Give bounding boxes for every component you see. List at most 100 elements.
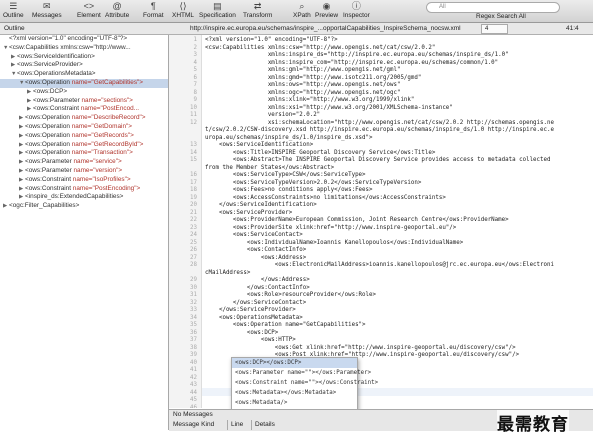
toolbar-specification-button[interactable]: ▤ Specification (199, 1, 236, 21)
outline-item-attribute: name="PostEncoding"> (72, 184, 141, 192)
outline-item-label: <ows:Constraint (33, 105, 81, 113)
outline-item[interactable]: ▶ <ows:Operation name="GetDomain"> (0, 123, 168, 132)
code-line[interactable]: xmlns:inspire_com="http://inspire.ec.eur… (205, 60, 498, 68)
outline-item[interactable]: <?xml version="1.0" encoding="UTF-8"?> (0, 35, 168, 44)
outline-item[interactable]: ▶ <inspire_ds:ExtendedCapabilities> (0, 193, 168, 202)
toolbar-preview-button[interactable]: ◉ Preview (315, 1, 338, 21)
toolbar-label: XHTML (172, 12, 195, 19)
column-message-kind[interactable]: Message Kind (173, 421, 214, 428)
code-line[interactable]: xmlns:gml="http://www.opengis.net/gml" (205, 67, 401, 75)
toolbar-outline-button[interactable]: ☰ Outline (3, 1, 24, 21)
outline-item-label: <ogc:Filter_Capabilities> (9, 202, 80, 210)
toolbar-xpath-button[interactable]: ⌕ XPath (293, 1, 311, 21)
code-line[interactable]: <ows:ElectronicMailAddress>ioannis.kanel… (205, 262, 554, 270)
line-number: 36 (190, 329, 197, 336)
outline-item[interactable]: ▼<ows:Operation name="GetCapabilities"> (0, 78, 168, 88)
line-number: 15 (190, 157, 197, 163)
code-line[interactable]: <ows:HTTP> (205, 337, 296, 345)
code-line[interactable]: </ows:ServiceProvider> (205, 307, 296, 315)
code-line[interactable]: <ows:DCP> (205, 330, 278, 338)
code-line[interactable]: <ows:AccessConstraints>no limitations</o… (205, 195, 446, 203)
outline-item[interactable]: ▶ <ows:Operation name="DescribeRecord"> (0, 114, 168, 123)
line-number: 25 (190, 239, 197, 246)
code-line[interactable]: xmlns:gmd="http://www.isotc211.org/2005/… (205, 75, 422, 83)
outline-item[interactable]: ▶ <ows:Constraint name="PostEncoding"> (0, 185, 168, 194)
outline-item[interactable]: ▶ <ows:Parameter name="sections"> (0, 97, 168, 106)
code-line[interactable]: <ows:Abstract>The INSPIRE Geoportal Disc… (205, 157, 551, 165)
autocomplete-option[interactable]: <ows:Metadata/> (232, 398, 357, 408)
outline-item-label: <ows:DCP> (33, 87, 68, 95)
code-line[interactable]: t/csw/2.0.2/CSW-discovery.xsd http://ins… (205, 127, 554, 135)
regex-search-label[interactable]: Regex Search All (476, 13, 526, 20)
code-line[interactable]: <ows:ServiceContact> (205, 232, 303, 240)
outline-item[interactable]: ▶ <ows:ServiceIdentification> (0, 53, 168, 62)
outline-item[interactable]: ▶ <ows:Operation name="Transaction"> (0, 149, 168, 158)
code-line[interactable]: <ows:ProviderName>European Commission, J… (205, 217, 509, 225)
code-line[interactable]: </ows:Address> (205, 277, 310, 285)
outline-item[interactable]: ▶ <ows:Operation name="GetRecordById"> (0, 141, 168, 150)
code-line[interactable]: <ows:ServiceProvider> (205, 210, 292, 218)
code-line[interactable]: <ows:Address> (205, 255, 306, 263)
code-line[interactable]: xmlns:ows="http://www.opengis.net/ows" (205, 82, 401, 90)
xpath-icon: ⌕ (299, 1, 305, 11)
code-line[interactable]: version="2.0.2" (205, 112, 320, 120)
code-line[interactable]: <ows:ContactInfo> (205, 247, 306, 255)
line-number: 11 (190, 112, 197, 118)
symbol-dropdown[interactable]: 4 (481, 24, 508, 34)
code-line[interactable]: <?xml version="1.0" encoding="UTF-8"?> (205, 37, 338, 45)
toolbar-messages-button[interactable]: ✉ Messages (32, 1, 62, 21)
search-input[interactable]: All (426, 2, 560, 13)
outline-item[interactable]: ▶ <ows:DCP> (0, 88, 168, 97)
autocomplete-popup[interactable]: <ows:DCP></ows:DCP> <ows:Parameter name="… (231, 357, 378, 411)
autocomplete-option[interactable]: <ows:Constraint name=""></ows:Constraint… (232, 378, 378, 388)
outline-item[interactable]: ▼<ows:OperationsMetadata> (0, 70, 168, 79)
outline-item-label: <ows:Operation (25, 78, 72, 86)
code-line[interactable]: <ows:Title>INSPIRE Geoportal Discovery S… (205, 150, 435, 158)
outline-item[interactable]: ▶ <ows:ServiceProvider> (0, 61, 168, 70)
format-icon: ¶ (150, 1, 156, 11)
outline-item[interactable]: ▶ <ows:Constraint name="IsoProfiles"> (0, 176, 168, 185)
code-line[interactable]: <ows:ServiceIdentification> (205, 142, 313, 150)
code-line[interactable]: xmlns:inspire_ds="http://inspire.ec.euro… (205, 52, 509, 60)
xml-editor[interactable]: 1 2 3 4 5 6 7 8 9 10 11 12 13 14 15 16 17 18 19 20 21 22 23 24 2… (169, 35, 593, 408)
toolbar-xhtml-button[interactable]: ⟨⟩ XHTML (172, 1, 194, 21)
code-line[interactable]: uropa.eu/schemas/inspire_ds/1.0/inspire_… (205, 135, 373, 143)
code-line[interactable]: xsi:schemaLocation="http://www.opengis.n… (205, 120, 554, 128)
outline-item[interactable]: ▶ <ows:Parameter name="service"> (0, 158, 168, 167)
code-line[interactable]: <ows:ServiceTypeVersion>2.0.2</ows:Servi… (205, 180, 421, 188)
toolbar-transform-button[interactable]: ⇄ Transform (243, 1, 272, 21)
toolbar-inspector-button[interactable]: ⓘ Inspector (343, 1, 370, 21)
column-details[interactable]: Details (255, 421, 275, 428)
code-line[interactable]: cMailAddress> (205, 270, 250, 278)
outline-item[interactable]: ▶ <ows:Constraint name="PostEncod... (0, 105, 168, 114)
autocomplete-option[interactable]: <ows:Metadata></ows:Metadata> (232, 388, 357, 398)
autocomplete-option[interactable]: <ows:Parameter name=""></ows:Parameter> (232, 368, 371, 378)
outline-item[interactable]: ▶ <ows:Operation name="GetRecords"> (0, 132, 168, 141)
code-line[interactable]: <csw:Capabilities xmlns:csw="http://www.… (205, 45, 435, 53)
line-number: 10 (190, 104, 197, 111)
toolbar-format-button[interactable]: ¶ Format (143, 1, 164, 21)
code-line[interactable]: from the Member States</ows:Abstract> (205, 165, 334, 173)
code-line[interactable]: </ows:ServiceContact> (205, 300, 306, 308)
code-line[interactable]: <ows:ProviderSite xlink:href="http://www… (205, 225, 456, 233)
code-line[interactable]: </ows:ServiceIdentification> (205, 202, 317, 210)
code-line[interactable]: <ows:Fees>no conditions apply</ows:Fees> (205, 187, 373, 195)
messages-status: No Messages (173, 411, 213, 418)
code-line[interactable]: <ows:IndividualName>Ioannis Kanellopoulo… (205, 240, 463, 248)
code-line[interactable]: <ows:ServiceType>CSW</ows:ServiceType> (205, 172, 366, 180)
code-line[interactable]: <ows:Get xlink:href="http://www.inspire-… (205, 345, 516, 353)
code-line[interactable]: <ows:OperationsMetadata> (205, 315, 303, 323)
toolbar-element-button[interactable]: <> Element (77, 1, 101, 21)
code-line[interactable]: <ows:Operation name="GetCapabilities"> (205, 322, 366, 330)
code-line[interactable]: xmlns:xsi="http://www.w3.org/2001/XMLSch… (205, 105, 453, 113)
column-line[interactable]: Line (231, 421, 243, 428)
code-line[interactable]: xmlns:ogc="http://www.opengis.net/ogc" (205, 90, 401, 98)
code-line[interactable]: <ows:Role>resourceProvider</ows:Role> (205, 292, 376, 300)
code-line[interactable]: xmlns:xlink="http://www.w3.org/1999/xlin… (205, 97, 415, 105)
outline-item[interactable]: ▶ <ows:Parameter name="version"> (0, 167, 168, 176)
toolbar-attribute-button[interactable]: @ Attribute (105, 1, 129, 21)
code-line[interactable]: </ows:ContactInfo> (205, 285, 310, 293)
autocomplete-option[interactable]: <ows:DCP></ows:DCP> (232, 358, 357, 368)
outline-item[interactable]: ▼<csw:Capabilities xmlns:csw="http://www… (0, 44, 168, 53)
outline-item[interactable]: ▶ <ogc:Filter_Capabilities> (0, 202, 168, 211)
